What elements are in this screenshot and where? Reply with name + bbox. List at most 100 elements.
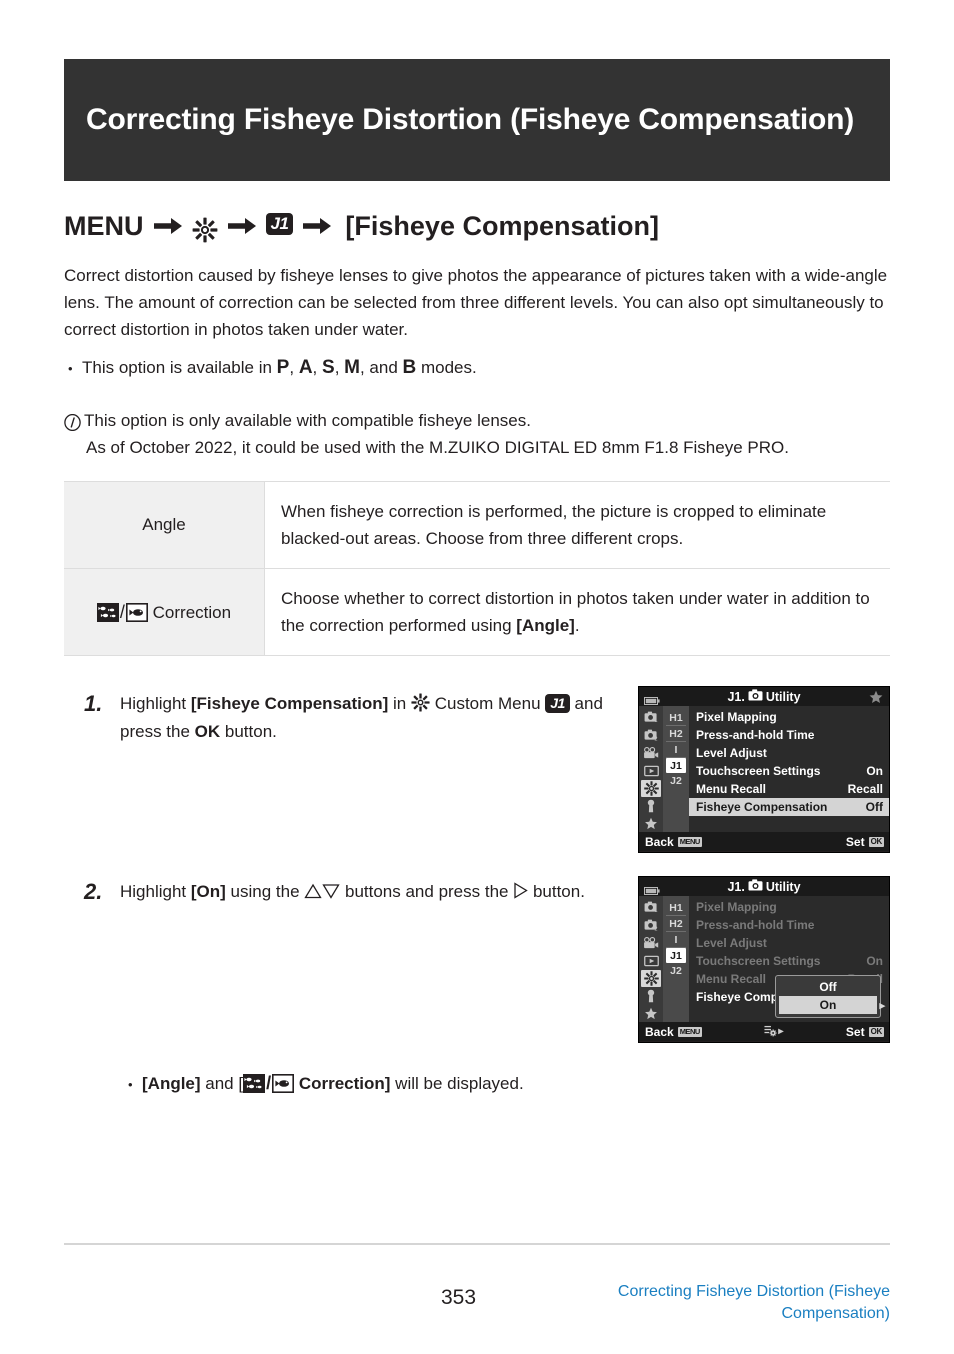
popup-option-on[interactable]: On ▸ <box>779 996 885 1014</box>
lcd-back-control[interactable]: Back MENU <box>645 1025 702 1039</box>
lcd-subtab-h1[interactable]: H1 <box>666 900 686 916</box>
lcd-tab-column[interactable]: 1 2 <box>639 706 663 832</box>
wrench-icon[interactable] <box>641 988 661 1005</box>
star-icon[interactable] <box>641 1005 661 1022</box>
svg-text:1: 1 <box>654 718 657 723</box>
camera-2-icon[interactable]: 2 <box>641 727 661 744</box>
compatibility-note: This option is only available with compa… <box>64 407 890 461</box>
modes-bullet: • This option is available in P, A, S, M… <box>68 355 888 382</box>
ok-key-badge: OK <box>868 1026 884 1037</box>
note-line-1: This option is only available with compa… <box>84 411 531 430</box>
result-bullet: • [Angle] and [ / Correction] will be di… <box>128 1070 648 1098</box>
arrow-right-icon-1 <box>153 214 183 240</box>
lcd-tab-column[interactable]: 1 2 <box>639 896 663 1022</box>
lcd-tab-number: J1. <box>727 689 745 704</box>
lcd-subtab-h1[interactable]: H1 <box>666 710 686 726</box>
bullet-dot-icon: • <box>68 361 73 376</box>
step-1-p3: Custom Menu <box>429 694 546 713</box>
lcd-menu-item-selected[interactable]: Fisheye Compensation Off <box>689 798 889 816</box>
lcd-menu-item-label: Menu Recall <box>696 782 767 796</box>
modes-bullet-mid: , and <box>359 358 403 377</box>
description-bold: [Angle] <box>516 616 575 635</box>
lcd-menu-item[interactable]: Touchscreen Settings On <box>689 762 889 780</box>
step-2-p1: Highlight <box>120 882 191 901</box>
lcd-menu-item[interactable]: Pixel Mapping <box>689 708 889 726</box>
custom-menu-j1-badge: J1 <box>545 694 570 713</box>
lcd-subtab-h2[interactable]: H2 <box>666 916 686 932</box>
gear-icon[interactable] <box>641 969 661 987</box>
table-row-label-text: Correction <box>152 602 232 622</box>
lcd-subtab-i[interactable]: I <box>666 932 686 948</box>
step-2: 2. Highlight [On] using the buttons and … <box>84 878 644 908</box>
lcd-menu-item[interactable]: Press-and-hold Time <box>689 916 889 934</box>
lcd-menu-item[interactable]: Pixel Mapping <box>689 898 889 916</box>
svg-text:2: 2 <box>654 926 657 931</box>
star-icon[interactable] <box>641 815 661 832</box>
fish-group-icon <box>96 602 119 622</box>
chevron-right-icon: ▸ <box>879 1000 885 1012</box>
step-2-number: 2. <box>84 879 103 904</box>
fish-group-icon <box>243 1074 266 1093</box>
camera-2-icon[interactable]: 2 <box>641 917 661 934</box>
lcd-menu-item-label: Pixel Mapping <box>696 710 777 724</box>
info-icon <box>64 412 81 432</box>
lcd-subtab-j1[interactable]: J1 <box>666 948 686 963</box>
lcd-menu-item-label: Press-and-hold Time <box>696 728 815 742</box>
lcd-menu-item[interactable]: Touchscreen Settings On <box>689 952 889 970</box>
gear-icon[interactable] <box>641 779 661 797</box>
step-1-b1: [Fisheye Compensation] <box>190 694 389 713</box>
lcd-title: J1. Utility <box>727 689 801 704</box>
modes-bullet-text: This option is available in P, A, S, M, … <box>82 357 477 378</box>
movie-icon[interactable] <box>641 934 661 951</box>
lcd-menu-item-label: Press-and-hold Time <box>696 918 815 932</box>
step-1-text: Highlight [Fisheye Compensation] in Cust… <box>120 690 644 746</box>
step-2-b1: [On] <box>190 882 226 901</box>
lcd-menu-item-label: Level Adjust <box>696 936 767 950</box>
lcd-back-control[interactable]: Back MENU <box>645 835 702 849</box>
icon-separator: / <box>266 1073 272 1093</box>
camera-lcd-screenshot-step-1: J1. Utility 1 2 H1 H2 I J1 J2 Pixel Mapp… <box>638 686 890 853</box>
movie-icon[interactable] <box>641 744 661 761</box>
lcd-subtab-h2[interactable]: H2 <box>666 726 686 742</box>
camera-1-icon[interactable]: 1 <box>641 709 661 726</box>
step-1-p1: Highlight <box>120 694 191 713</box>
menu-key-badge: MENU <box>677 836 702 847</box>
playback-icon[interactable] <box>641 952 661 969</box>
arrow-right-icon-3 <box>302 214 332 240</box>
camera-icon <box>748 879 763 894</box>
triangle-up-icon <box>304 880 322 908</box>
lcd-body: 1 2 H1 H2 I J1 J2 Pixel Mapping Press-an… <box>639 706 889 832</box>
footer-link-line-1: Correcting Fisheye Distortion (Fisheye <box>617 1283 890 1300</box>
lcd-menu-item-label: Touchscreen Settings <box>696 954 821 968</box>
lcd-back-label: Back <box>645 834 674 849</box>
foot-center-arrow-icon: ▸ <box>778 1026 784 1037</box>
lcd-menu-item-label: Menu Recall <box>696 972 767 986</box>
gear-icon <box>192 217 218 243</box>
popup-option-off[interactable]: Off <box>779 978 877 996</box>
lcd-subtab-column[interactable]: H1 H2 I J1 J2 <box>663 896 689 1022</box>
lcd-subtab-j2[interactable]: J2 <box>666 963 686 978</box>
camera-1-icon[interactable]: 1 <box>641 899 661 916</box>
battery-icon <box>644 882 660 895</box>
page-title: Correcting Fisheye Distortion (Fisheye C… <box>86 102 855 136</box>
lcd-menu-item[interactable]: Level Adjust <box>689 744 889 762</box>
footer-section-link[interactable]: Correcting Fisheye Distortion (Fisheye C… <box>490 1281 890 1325</box>
lcd-set-control[interactable]: Set OK <box>846 835 884 849</box>
table-row-label-correction: / Correction <box>64 568 265 656</box>
lcd-menu-item[interactable]: Level Adjust <box>689 934 889 952</box>
fish-underwater-icon <box>272 1074 295 1093</box>
lcd-set-label: Set <box>845 834 865 849</box>
lcd-set-control[interactable]: Set OK <box>846 1025 884 1039</box>
playback-icon[interactable] <box>641 762 661 779</box>
lcd-option-popup: Off On ▸ <box>775 975 885 1018</box>
arrow-right-icon-2 <box>227 214 257 240</box>
lcd-subtab-column[interactable]: H1 H2 I J1 J2 <box>663 706 689 832</box>
lcd-menu-item[interactable]: Press-and-hold Time <box>689 726 889 744</box>
lcd-menu-item[interactable]: Menu Recall Recall <box>689 780 889 798</box>
wrench-icon[interactable] <box>641 798 661 815</box>
lcd-subtab-i[interactable]: I <box>666 742 686 758</box>
lcd-menu-item-label: Level Adjust <box>696 746 767 760</box>
lcd-menu-item-value: On <box>866 954 883 968</box>
lcd-subtab-j1[interactable]: J1 <box>666 758 686 773</box>
lcd-subtab-j2[interactable]: J2 <box>666 773 686 788</box>
